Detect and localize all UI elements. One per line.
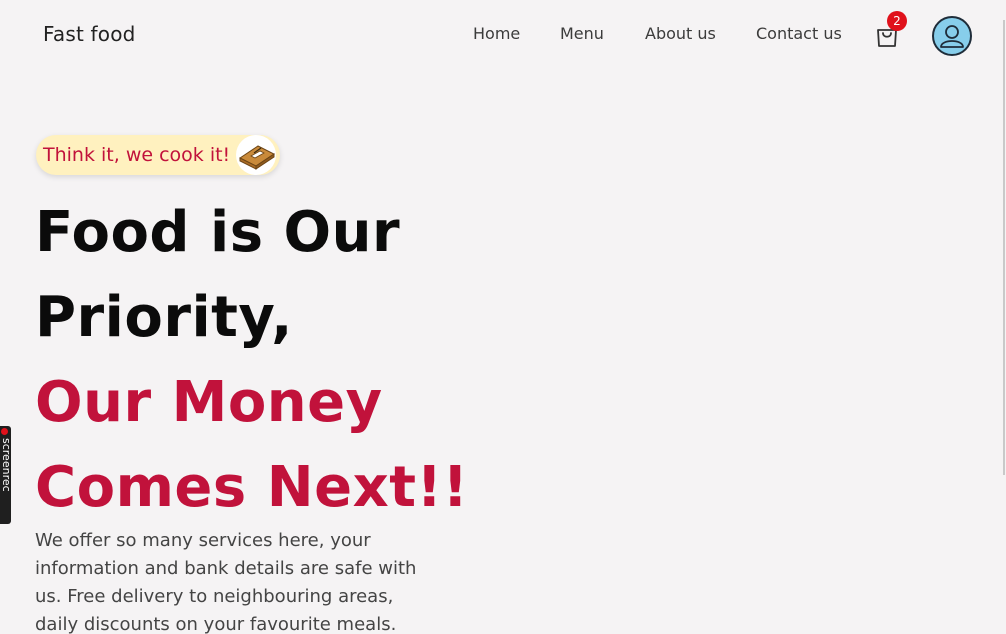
nav-link-menu[interactable]: Menu — [560, 24, 604, 43]
user-avatar-button[interactable] — [932, 16, 972, 56]
nav-link-home[interactable]: Home — [473, 24, 520, 43]
cart-count-badge: 2 — [887, 11, 907, 31]
page: Fast food Home Menu About us Contact us … — [0, 0, 1006, 634]
page-scrollbar[interactable] — [1003, 20, 1005, 475]
screenrec-widget[interactable]: screenrec — [0, 426, 13, 524]
navbar: Fast food Home Menu About us Contact us … — [0, 0, 1006, 70]
headline-line-1: Food is Our — [35, 200, 401, 265]
tagline-text: Think it, we cook it! — [43, 144, 231, 166]
sandwich-icon — [236, 135, 277, 175]
record-dot-icon — [1, 428, 8, 435]
brand-logo[interactable]: Fast food — [43, 22, 136, 46]
tagline-pill: Think it, we cook it! — [36, 135, 281, 175]
screenrec-label: screenrec — [0, 438, 13, 492]
headline-line-4: Comes Next!! — [35, 455, 469, 520]
hero-description: We offer so many services here, your inf… — [35, 530, 417, 634]
nav-link-about-us[interactable]: About us — [645, 24, 716, 43]
hero-headline: Food is Our Priority, Our Money Comes Ne… — [35, 190, 469, 530]
nav-link-contact-us[interactable]: Contact us — [756, 24, 842, 43]
headline-line-2: Priority, — [35, 285, 293, 350]
headline-line-3: Our Money — [35, 370, 383, 435]
user-icon — [940, 25, 964, 48]
